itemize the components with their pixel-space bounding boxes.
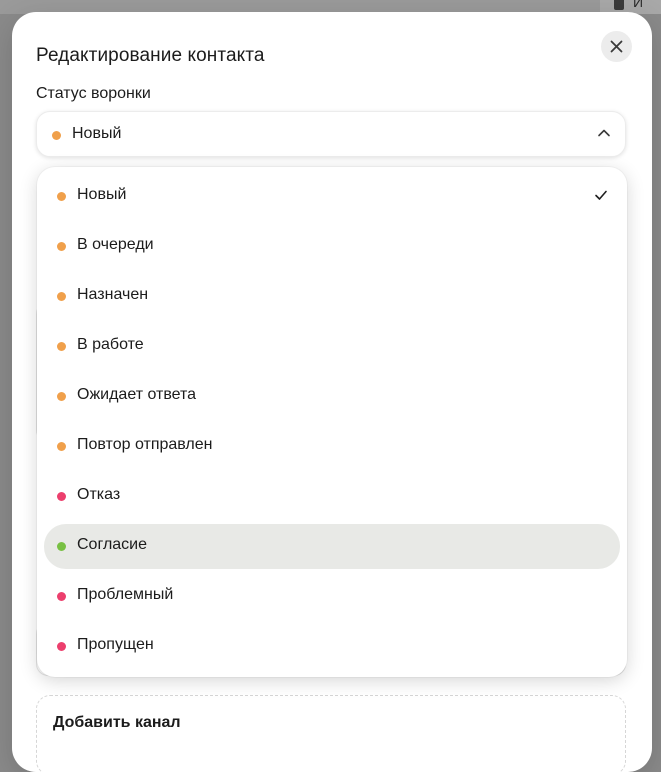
status-option[interactable]: В работе (44, 324, 620, 369)
selected-status-label: Новый (72, 125, 122, 142)
status-dot (52, 131, 61, 140)
status-dot (57, 192, 66, 201)
add-channel-section[interactable]: Добавить канал (36, 695, 626, 772)
status-option[interactable]: Согласие (44, 524, 620, 569)
status-option[interactable]: Ожидает ответа (44, 374, 620, 419)
background-corner-text: И (633, 0, 644, 10)
funnel-status-dropdown: Новый В очереди Назначен В работе Ожидае… (37, 167, 627, 677)
status-option[interactable]: Новый (44, 174, 620, 219)
status-option-label: Повтор отправлен (77, 436, 213, 453)
status-option-label: В очереди (77, 236, 154, 253)
check-icon (595, 190, 607, 200)
status-option-label: Новый (77, 186, 127, 203)
status-option-label: Ожидает ответа (77, 386, 197, 403)
status-option[interactable]: Пропущен (44, 624, 620, 669)
status-dot (57, 642, 66, 651)
status-option[interactable]: Назначен (44, 274, 620, 319)
modal-title: Редактирование контакта (36, 45, 265, 66)
status-dot (57, 542, 66, 551)
close-button[interactable] (601, 31, 632, 62)
status-option-label: Назначен (77, 286, 149, 303)
status-option[interactable]: Отказ (44, 474, 620, 519)
status-dot (57, 442, 66, 451)
funnel-status-label: Статус воронки (36, 85, 151, 102)
chevron-up-icon (598, 129, 610, 137)
status-dot (57, 492, 66, 501)
status-dot (57, 292, 66, 301)
status-option-label: Пропущен (77, 636, 154, 653)
add-channel-title: Добавить канал (53, 714, 181, 731)
status-option-label: Проблемный (77, 586, 174, 603)
funnel-status-select[interactable]: Новый (36, 111, 626, 157)
status-dot (57, 242, 66, 251)
status-option[interactable]: Повтор отправлен (44, 424, 620, 469)
status-option-label: Отказ (77, 486, 121, 503)
status-option-label: Согласие (77, 536, 148, 553)
status-option-label: В работе (77, 336, 144, 353)
status-dot (57, 592, 66, 601)
status-option[interactable]: В очереди (44, 224, 620, 269)
status-option[interactable]: Проблемный (44, 574, 620, 619)
status-dot (57, 342, 66, 351)
status-dot (57, 392, 66, 401)
background-app-icon (614, 0, 624, 10)
close-icon (610, 40, 623, 53)
